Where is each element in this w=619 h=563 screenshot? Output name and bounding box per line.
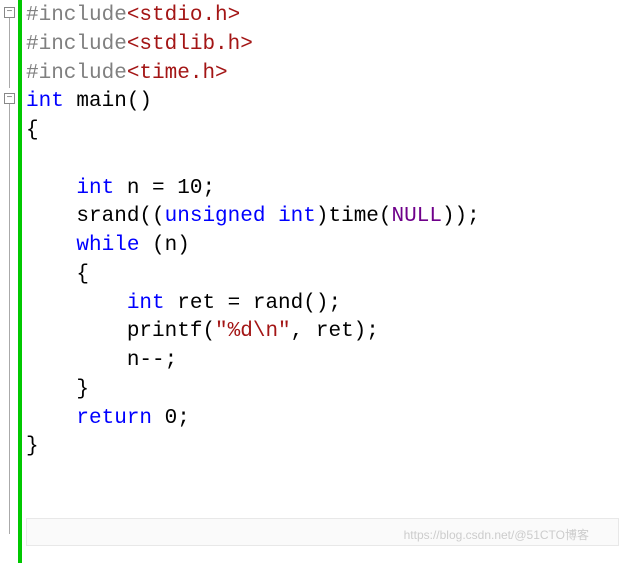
brace: } <box>26 435 39 458</box>
keyword-unsigned: unsigned <box>165 205 266 228</box>
code-text: srand(( <box>76 205 164 228</box>
code-text: )time( <box>316 205 392 228</box>
code-text: ret = rand(); <box>165 292 341 315</box>
keyword-int: int <box>127 292 165 315</box>
code-text: )); <box>442 205 480 228</box>
include-header: <time.h> <box>127 62 228 85</box>
indent <box>26 177 76 200</box>
code-line: n--; <box>26 347 619 376</box>
fold-toggle-icon[interactable] <box>4 7 15 18</box>
code-line: int main() <box>26 88 619 117</box>
keyword-int: int <box>278 205 316 228</box>
preprocessor-directive: #include <box>26 33 127 56</box>
watermark-text: https://blog.csdn.net/@51CTO博客 <box>404 527 589 543</box>
fold-line <box>9 18 10 88</box>
null-constant: NULL <box>392 205 442 228</box>
brace: } <box>76 378 89 401</box>
indent <box>26 320 127 343</box>
code-text: printf( <box>127 320 215 343</box>
indent <box>26 378 76 401</box>
preprocessor-directive: #include <box>26 62 127 85</box>
code-line: int n = 10; <box>26 175 619 204</box>
keyword-int: int <box>76 177 114 200</box>
include-header: <stdlib.h> <box>127 33 253 56</box>
code-text: n = 10; <box>114 177 215 200</box>
code-line: } <box>26 376 619 405</box>
indent <box>26 407 76 430</box>
code-line: while (n) <box>26 232 619 261</box>
code-line: return 0; <box>26 405 619 434</box>
code-line: srand((unsigned int)time(NULL)); <box>26 203 619 232</box>
brace: { <box>26 119 39 142</box>
code-text: , ret); <box>291 320 379 343</box>
indent <box>26 349 127 372</box>
code-gutter <box>0 0 22 563</box>
code-editor[interactable]: #include<stdio.h> #include<stdlib.h> #in… <box>26 0 619 462</box>
brace: { <box>76 263 89 286</box>
code-line: #include<stdio.h> <box>26 2 619 31</box>
indent <box>26 234 76 257</box>
space <box>265 205 278 228</box>
code-text: 0; <box>152 407 190 430</box>
code-text: (n) <box>139 234 189 257</box>
code-line: int ret = rand(); <box>26 290 619 319</box>
code-text: n--; <box>127 349 177 372</box>
code-line: #include<time.h> <box>26 60 619 89</box>
code-line: { <box>26 261 619 290</box>
fold-line <box>9 104 10 534</box>
preprocessor-directive: #include <box>26 4 127 27</box>
indent <box>26 292 127 315</box>
code-line: #include<stdlib.h> <box>26 31 619 60</box>
indent <box>26 263 76 286</box>
code-line: } <box>26 433 619 462</box>
code-line: printf("%d\n", ret); <box>26 318 619 347</box>
keyword-return: return <box>76 407 152 430</box>
keyword-int: int <box>26 90 64 113</box>
code-line <box>26 146 619 175</box>
fold-toggle-icon[interactable] <box>4 93 15 104</box>
string-literal: "%d\n" <box>215 320 291 343</box>
code-line: { <box>26 117 619 146</box>
keyword-while: while <box>76 234 139 257</box>
include-header: <stdio.h> <box>127 4 240 27</box>
code-text: main() <box>64 90 152 113</box>
indent <box>26 205 76 228</box>
